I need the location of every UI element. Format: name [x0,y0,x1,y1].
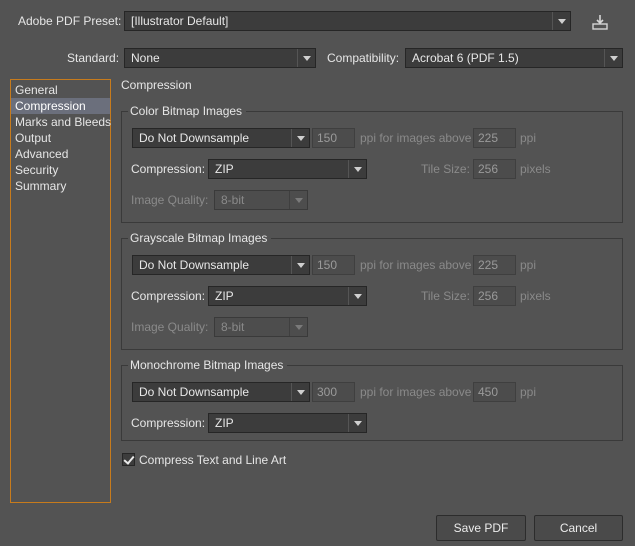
color-downsample-value: Do Not Downsample [139,131,250,145]
compress-text-label: Compress Text and Line Art [139,453,287,467]
gray-downsample-dropdown[interactable]: Do Not Downsample [132,255,310,275]
sidebar-item-security[interactable]: Security [11,162,110,178]
chevron-down-icon [348,287,366,305]
gray-ppi-label: ppi for images above [360,258,472,272]
sidebar: General Compression Marks and Bleeds Out… [10,79,111,503]
compress-text-checkbox[interactable] [122,453,135,466]
sidebar-item-compression[interactable]: Compression [11,98,110,114]
gray-quality-value: 8-bit [221,320,245,334]
sidebar-item-advanced[interactable]: Advanced [11,146,110,162]
color-ppi-field[interactable]: 150 [312,128,355,148]
save-pdf-button[interactable]: Save PDF [436,515,526,541]
gray-above-field[interactable]: 225 [473,255,516,275]
color-quality-value: 8-bit [221,193,245,207]
chevron-down-icon [291,383,309,401]
gray-downsample-value: Do Not Downsample [139,258,250,272]
monochrome-bitmap-title: Monochrome Bitmap Images [128,357,288,373]
standard-dropdown[interactable]: None [124,48,316,68]
compatibility-value: Acrobat 6 (PDF 1.5) [412,51,519,65]
mono-ppi-field[interactable]: 300 [312,382,355,402]
chevron-down-icon [552,12,570,30]
mono-ppi-label: ppi for images above [360,385,472,399]
gray-quality-label: Image Quality: [131,320,209,334]
mono-above-field[interactable]: 450 [473,382,516,402]
gray-compression-dropdown[interactable]: ZIP [208,286,367,306]
gray-above-unit: ppi [520,258,537,272]
mono-above-unit: ppi [520,385,537,399]
sidebar-item-output[interactable]: Output [11,130,110,146]
gray-compression-label: Compression: [131,289,206,303]
save-preset-icon[interactable] [591,13,609,31]
gray-quality-dropdown[interactable]: 8-bit [214,317,308,337]
preset-dropdown[interactable]: [Illustrator Default] [124,11,571,31]
standard-label: Standard: [67,51,120,65]
preset-label: Adobe PDF Preset: [18,14,122,28]
compatibility-label: Compatibility: [327,51,400,65]
gray-tile-unit: pixels [520,289,551,303]
chevron-down-icon [297,49,315,67]
sidebar-item-general[interactable]: General [11,82,110,98]
color-compression-value: ZIP [215,162,234,176]
chevron-down-icon [291,256,309,274]
chevron-down-icon [289,318,307,336]
mono-compression-value: ZIP [215,416,234,430]
color-downsample-dropdown[interactable]: Do Not Downsample [132,128,310,148]
standard-value: None [131,51,160,65]
color-bitmap-title: Color Bitmap Images [128,103,247,119]
color-compression-dropdown[interactable]: ZIP [208,159,367,179]
color-ppi-label: ppi for images above [360,131,472,145]
chevron-down-icon [348,160,366,178]
color-above-field[interactable]: 225 [473,128,516,148]
mono-downsample-value: Do Not Downsample [139,385,250,399]
color-above-unit: ppi [520,131,537,145]
gray-compression-value: ZIP [215,289,234,303]
sidebar-item-summary[interactable]: Summary [11,178,110,194]
gray-tile-field[interactable]: 256 [473,286,516,306]
color-tile-field[interactable]: 256 [473,159,516,179]
gray-tile-label: Tile Size: [421,289,470,303]
grayscale-bitmap-title: Grayscale Bitmap Images [128,230,272,246]
color-tile-unit: pixels [520,162,551,176]
color-quality-dropdown[interactable]: 8-bit [214,190,308,210]
chevron-down-icon [289,191,307,209]
mono-compression-dropdown[interactable]: ZIP [208,413,367,433]
cancel-button[interactable]: Cancel [534,515,623,541]
chevron-down-icon [291,129,309,147]
section-title: Compression [121,78,192,92]
sidebar-item-marks-and-bleeds[interactable]: Marks and Bleeds [11,114,111,130]
color-compression-label: Compression: [131,162,206,176]
mono-downsample-dropdown[interactable]: Do Not Downsample [132,382,310,402]
color-quality-label: Image Quality: [131,193,209,207]
gray-ppi-field[interactable]: 150 [312,255,355,275]
chevron-down-icon [604,49,622,67]
compatibility-dropdown[interactable]: Acrobat 6 (PDF 1.5) [405,48,623,68]
preset-value: [Illustrator Default] [131,14,229,28]
mono-compression-label: Compression: [131,416,206,430]
chevron-down-icon [348,414,366,432]
color-tile-label: Tile Size: [421,162,470,176]
